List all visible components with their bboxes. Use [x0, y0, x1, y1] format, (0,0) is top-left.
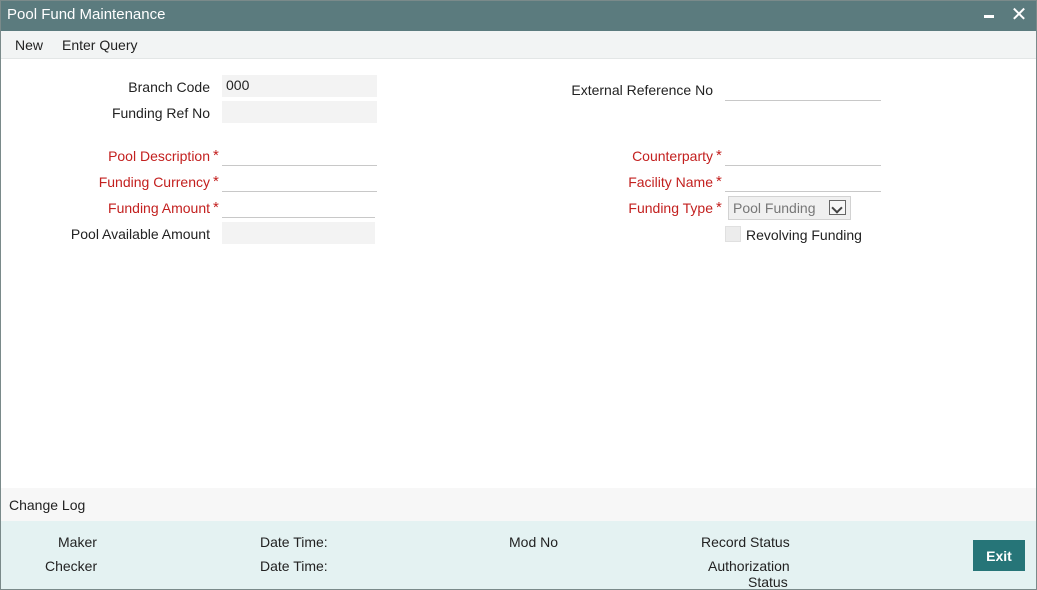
minimize-icon[interactable] — [979, 5, 999, 25]
title-bar: Pool Fund Maintenance ✕ — [1, 1, 1036, 31]
close-icon[interactable]: ✕ — [1009, 5, 1029, 25]
maker-label: Maker — [58, 534, 97, 550]
change-log-bar: Change Log — [1, 488, 1036, 521]
change-log-label[interactable]: Change Log — [9, 497, 85, 513]
funding-type-label: Funding Type — [628, 200, 713, 216]
required-marker: * — [716, 173, 722, 190]
funding-ref-no-label: Funding Ref No — [111, 105, 210, 121]
required-marker: * — [716, 199, 722, 216]
menu-bar: New Enter Query — [1, 31, 1036, 59]
menu-new[interactable]: New — [15, 37, 43, 53]
funding-currency-input[interactable] — [222, 170, 377, 192]
funding-amount-input[interactable] — [222, 196, 375, 218]
funding-amount-label: Funding Amount — [108, 200, 210, 216]
facility-name-label: Facility Name — [628, 174, 713, 190]
checker-datetime-label: Date Time: — [260, 558, 328, 574]
pool-description-label: Pool Description — [108, 148, 210, 164]
required-marker: * — [213, 199, 219, 216]
pool-available-amount-label: Pool Available Amount — [70, 226, 210, 242]
mod-no-label: Mod No — [509, 534, 559, 550]
funding-currency-label: Funding Currency — [98, 174, 210, 190]
authorization-label: Authorization — [708, 558, 790, 574]
record-status-label: Record Status — [701, 534, 790, 550]
pool-fund-maintenance-window: Pool Fund Maintenance ✕ New Enter Query … — [0, 0, 1037, 590]
authorization-status-label: Status — [748, 574, 788, 590]
branch-code-field[interactable]: 000 — [222, 75, 377, 97]
window-title: Pool Fund Maintenance — [7, 6, 166, 23]
facility-name-input[interactable] — [725, 170, 881, 192]
counterparty-label: Counterparty — [632, 148, 713, 164]
external-reference-no-label: External Reference No — [571, 82, 713, 98]
pool-available-amount-field[interactable] — [222, 222, 375, 244]
counterparty-input[interactable] — [725, 144, 881, 166]
checker-label: Checker — [45, 558, 98, 574]
branch-code-label: Branch Code — [128, 79, 210, 95]
required-marker: * — [213, 173, 219, 190]
menu-enter-query[interactable]: Enter Query — [62, 37, 137, 53]
revolving-funding-label: Revolving Funding — [746, 227, 862, 243]
revolving-funding-checkbox[interactable] — [725, 226, 741, 242]
external-reference-no-input[interactable] — [725, 79, 881, 101]
chevron-down-icon[interactable] — [829, 200, 846, 215]
pool-description-input[interactable] — [222, 144, 377, 166]
required-marker: * — [213, 147, 219, 164]
maker-datetime-label: Date Time: — [260, 534, 328, 550]
required-marker: * — [716, 147, 722, 164]
audit-footer — [1, 521, 1036, 589]
funding-ref-no-field[interactable] — [222, 101, 377, 123]
exit-button[interactable]: Exit — [973, 540, 1025, 571]
